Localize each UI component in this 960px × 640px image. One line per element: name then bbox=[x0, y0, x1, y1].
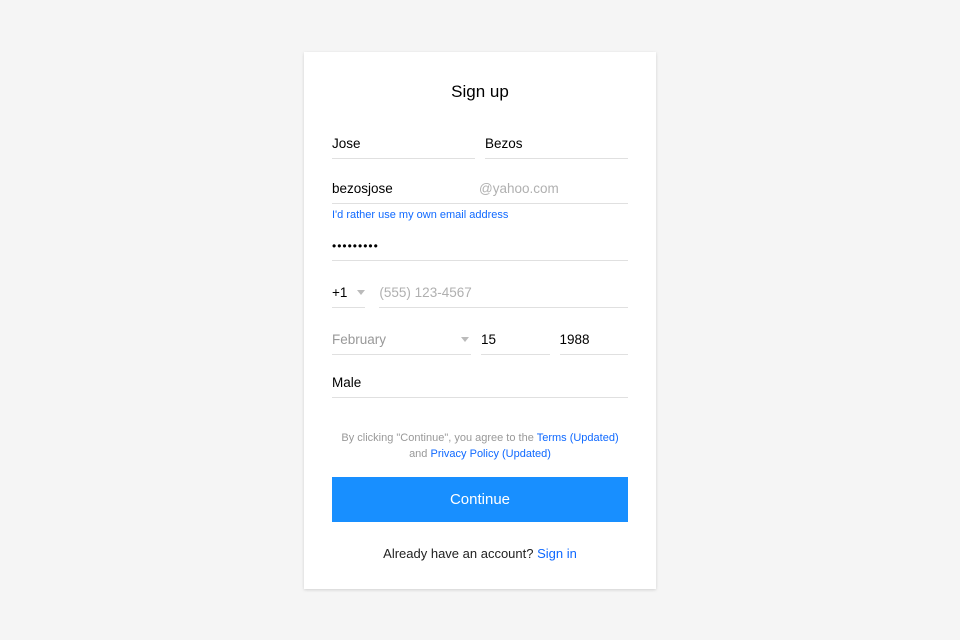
password-input[interactable] bbox=[332, 231, 628, 261]
name-row bbox=[332, 128, 628, 159]
page-title: Sign up bbox=[332, 82, 628, 102]
day-input[interactable] bbox=[481, 324, 550, 355]
signin-row: Already have an account? Sign in bbox=[332, 546, 628, 561]
signup-card: Sign up @yahoo.com I'd rather use my own… bbox=[304, 52, 656, 589]
email-local-input[interactable] bbox=[332, 173, 479, 203]
year-input[interactable] bbox=[560, 324, 629, 355]
signin-text: Already have an account? bbox=[383, 546, 537, 561]
country-code-value: +1 bbox=[332, 285, 347, 300]
month-select[interactable]: February bbox=[332, 324, 471, 355]
month-value: February bbox=[332, 332, 386, 347]
dob-row: February bbox=[332, 324, 628, 355]
first-name-input[interactable] bbox=[332, 128, 475, 159]
phone-row: +1 bbox=[332, 277, 628, 308]
chevron-down-icon bbox=[357, 290, 365, 295]
chevron-down-icon bbox=[461, 337, 469, 342]
continue-button[interactable]: Continue bbox=[332, 477, 628, 522]
privacy-link[interactable]: Privacy Policy (Updated) bbox=[430, 448, 550, 460]
terms-mid: and bbox=[409, 448, 430, 460]
phone-input[interactable] bbox=[379, 277, 628, 308]
email-row: @yahoo.com bbox=[332, 173, 628, 204]
email-suffix: @yahoo.com bbox=[479, 181, 628, 196]
terms-prefix: By clicking "Continue", you agree to the bbox=[341, 432, 536, 444]
own-email-link[interactable]: I'd rather use my own email address bbox=[332, 209, 508, 221]
signin-link[interactable]: Sign in bbox=[537, 546, 577, 561]
country-code-select[interactable]: +1 bbox=[332, 277, 365, 308]
terms-text: By clicking "Continue", you agree to the… bbox=[332, 430, 628, 463]
last-name-input[interactable] bbox=[485, 128, 628, 159]
terms-link[interactable]: Terms (Updated) bbox=[537, 432, 619, 444]
gender-input[interactable] bbox=[332, 367, 628, 398]
